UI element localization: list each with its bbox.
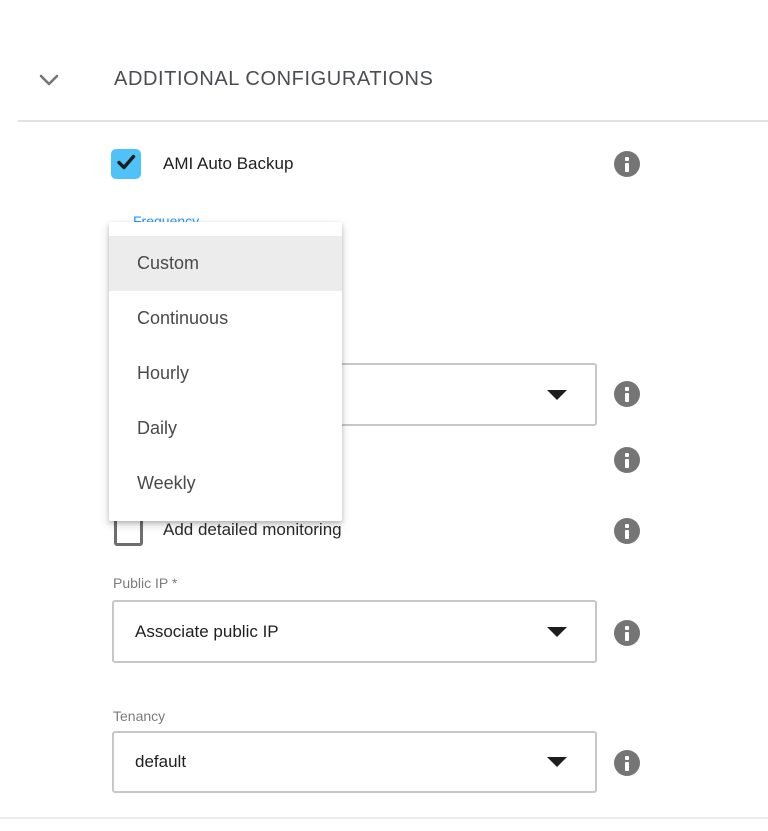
info-icon-stem (625, 163, 629, 172)
public-ip-value: Associate public IP (114, 622, 279, 642)
tenancy-value: default (114, 752, 186, 772)
detailed-monitoring-label: Add detailed monitoring (163, 520, 342, 540)
info-icon-dot (625, 626, 629, 630)
menu-item-hourly[interactable]: Hourly (109, 346, 342, 401)
caret-down-icon (547, 390, 567, 400)
public-ip-label: Public IP * (113, 575, 177, 591)
info-icon-stem (625, 459, 629, 468)
menu-item-daily[interactable]: Daily (109, 401, 342, 456)
caret-down-icon (547, 757, 567, 767)
info-icon-dot (625, 453, 629, 457)
info-icon-dot (625, 387, 629, 391)
info-icon-dot (625, 756, 629, 760)
menu-item-continuous[interactable]: Continuous (109, 291, 342, 346)
menu-item-weekly[interactable]: Weekly (109, 456, 342, 511)
info-icon-dot (625, 157, 629, 161)
info-icon[interactable] (614, 620, 640, 646)
menu-item-custom[interactable]: Custom (109, 236, 342, 291)
ami-auto-backup-label: AMI Auto Backup (163, 154, 293, 174)
chevron-down-icon (36, 77, 62, 94)
info-icon-stem (625, 632, 629, 641)
section-divider (18, 120, 768, 122)
info-icon-dot (625, 524, 629, 528)
info-icon[interactable] (614, 151, 640, 177)
info-icon[interactable] (614, 381, 640, 407)
info-icon[interactable] (614, 750, 640, 776)
info-icon-stem (625, 393, 629, 402)
info-icon[interactable] (614, 518, 640, 544)
tenancy-select[interactable]: default (112, 731, 597, 793)
frequency-dropdown-menu: Custom Continuous Hourly Daily Weekly (109, 222, 342, 521)
caret-down-icon (547, 627, 567, 637)
info-icon-stem (625, 530, 629, 539)
bottom-divider (0, 817, 768, 819)
detailed-monitoring-checkbox[interactable] (114, 517, 143, 546)
tenancy-label: Tenancy (113, 708, 165, 724)
public-ip-select[interactable]: Associate public IP (112, 600, 597, 663)
additional-configurations-panel: ADDITIONAL CONFIGURATIONS AMI Auto Backu… (0, 0, 768, 831)
ami-auto-backup-checkbox[interactable] (111, 149, 141, 179)
info-icon-stem (625, 762, 629, 771)
checkmark-icon (114, 150, 138, 179)
info-icon[interactable] (614, 447, 640, 473)
section-title: ADDITIONAL CONFIGURATIONS (114, 68, 433, 91)
section-collapse-button[interactable] (36, 70, 62, 90)
